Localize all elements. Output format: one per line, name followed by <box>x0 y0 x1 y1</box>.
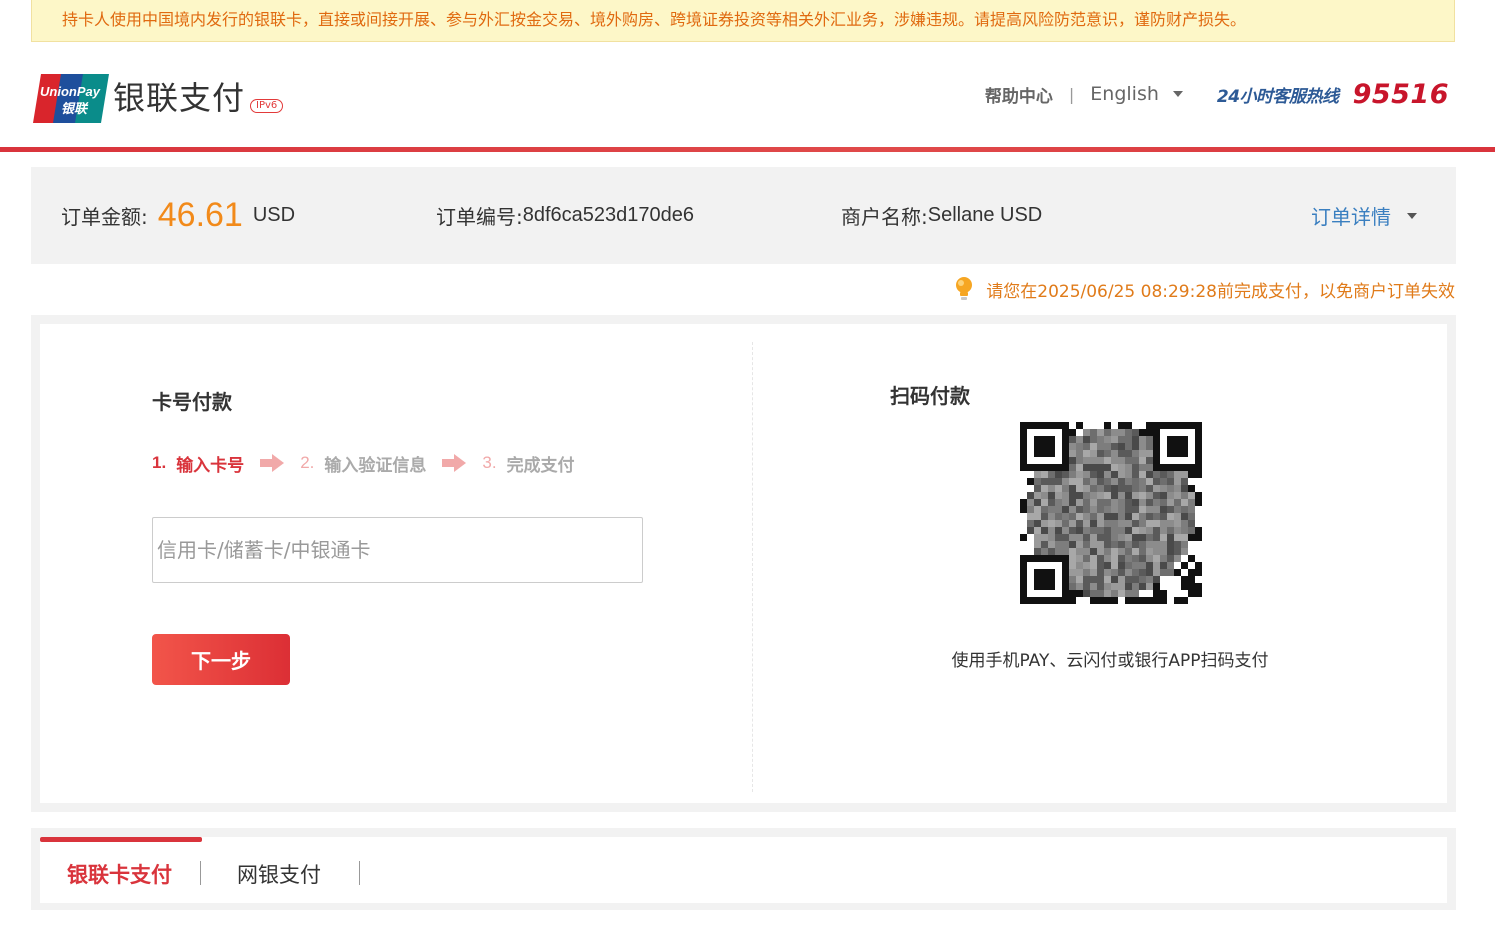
order-number: 订单编号: 8df6ca523d170de6 <box>436 167 694 264</box>
order-number-label: 订单编号: <box>436 205 523 229</box>
active-tab-indicator <box>40 837 202 842</box>
step-label: 输入卡号 <box>176 455 245 476</box>
tab-unionpay-card[interactable]: 银联卡支付 <box>67 857 172 893</box>
logo-mark-top-text: UnionPay <box>40 84 101 99</box>
qr-code-icon <box>1020 422 1202 604</box>
payment-steps: 1. 输入卡号 2. 输入验证信息 3. 完成支付 <box>152 450 575 476</box>
arrow-right-icon <box>442 454 467 472</box>
step-label: 完成支付 <box>506 455 575 476</box>
hotline-number: 95516 <box>1352 78 1449 110</box>
header-red-rule <box>0 147 1495 152</box>
payment-deadline: 请您在2025/06/25 08:29:28前完成支付，以免商户订单失效 <box>954 276 1455 302</box>
panel-divider <box>752 342 753 792</box>
step-complete: 3. 完成支付 <box>482 451 574 476</box>
hotline-label: 24小时客服热线 <box>1216 86 1339 107</box>
notice-banner: 持卡人使用中国境内发行的银联卡，直接或间接开展、参与外汇按金交易、境外购房、跨境… <box>31 0 1455 42</box>
payment-panel-inner: 卡号付款 1. 输入卡号 2. 输入验证信息 3. 完成支付 信用卡/储蓄卡/中… <box>40 324 1447 803</box>
header: UnionPay 银联 银联支付 IPv6 帮助中心 | English 24小… <box>0 42 1495 152</box>
next-step-button[interactable]: 下一步 <box>152 634 290 685</box>
lightbulb-icon <box>956 277 973 300</box>
link-separator: | <box>1068 84 1075 104</box>
order-summary-bar: 订单金额: 46.61 USD 订单编号: 8df6ca523d170de6 商… <box>31 167 1456 264</box>
order-detail-link[interactable]: 订单详情 <box>1311 201 1391 230</box>
notice-text: 持卡人使用中国境内发行的银联卡，直接或间接开展、参与外汇按金交易、境外购房、跨境… <box>62 10 1247 29</box>
merchant-name-value: Sellane USD <box>927 204 1043 226</box>
card-payment-title: 卡号付款 <box>152 390 232 414</box>
payment-method-tabs-inner: 银联卡支付 网银支付 <box>40 837 1447 903</box>
card-number-input[interactable] <box>152 517 643 583</box>
step-verify-info: 2. 输入验证信息 <box>300 451 426 476</box>
step-label: 输入验证信息 <box>324 455 427 476</box>
order-detail-toggle[interactable]: 订单详情 <box>1311 167 1417 264</box>
qr-payment-caption: 使用手机PAY、云闪付或银行APP扫码支付 <box>951 651 1269 671</box>
payment-deadline-text: 请您在2025/06/25 08:29:28前完成支付，以免商户订单失效 <box>986 281 1455 302</box>
step-number: 1. <box>152 453 167 472</box>
language-select[interactable]: English <box>1090 83 1183 105</box>
logo-mark-bottom-text: 银联 <box>61 101 89 117</box>
step-number: 2. <box>300 453 315 472</box>
order-amount-currency: USD <box>252 204 296 226</box>
order-amount-label: 订单金额: <box>61 205 148 229</box>
merchant-name: 商户名称: Sellane USD <box>841 167 1042 264</box>
ipv6-badge: IPv6 <box>250 99 284 113</box>
unionpay-logo-icon[interactable]: UnionPay 银联 <box>31 74 109 123</box>
tab-separator <box>359 861 360 885</box>
chevron-down-icon <box>1172 91 1183 97</box>
order-amount-value: 46.61 <box>157 196 243 234</box>
tab-separator <box>200 861 201 885</box>
arrow-right-icon <box>260 454 285 472</box>
payment-panel: 卡号付款 1. 输入卡号 2. 输入验证信息 3. 完成支付 信用卡/储蓄卡/中… <box>31 315 1456 812</box>
chevron-down-icon[interactable] <box>1407 212 1417 219</box>
help-center-link[interactable]: 帮助中心 <box>985 82 1053 107</box>
language-label: English <box>1090 83 1159 105</box>
step-enter-card: 1. 输入卡号 <box>152 451 244 476</box>
top-links: 帮助中心 | English 24小时客服热线 95516 <box>985 78 1449 110</box>
payment-method-tabs: 银联卡支付 网银支付 <box>31 828 1456 910</box>
qr-payment-title: 扫码付款 <box>890 384 970 408</box>
logo-text: 银联支付 <box>113 79 246 117</box>
order-number-value: 8df6ca523d170de6 <box>522 204 695 226</box>
order-amount: 订单金额: 46.61 USD <box>61 167 295 264</box>
merchant-name-label: 商户名称: <box>841 205 928 229</box>
tab-online-banking[interactable]: 网银支付 <box>237 857 321 893</box>
step-number: 3. <box>482 453 497 472</box>
